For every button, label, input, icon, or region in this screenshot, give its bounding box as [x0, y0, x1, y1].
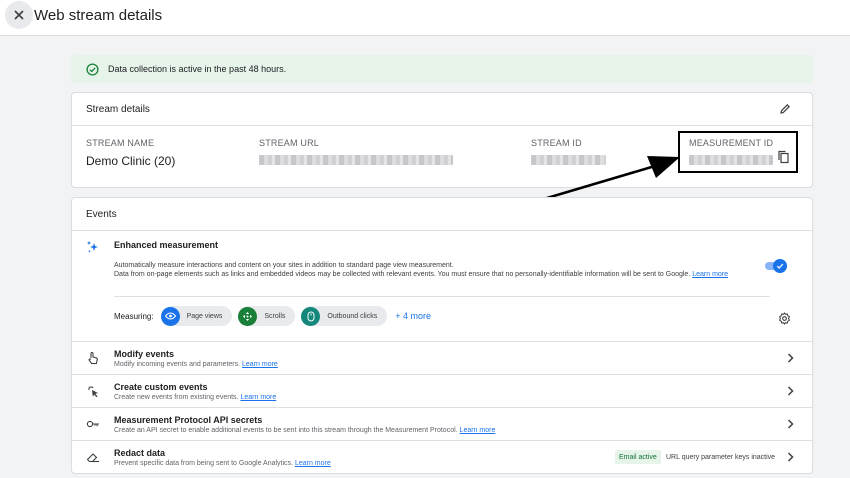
check-icon — [776, 263, 784, 269]
row-modify-events-title: Modify events — [114, 349, 175, 359]
row-measurement-protocol-title: Measurement Protocol API secrets — [114, 415, 263, 425]
url-query-inactive-badge: URL query parameter keys inactive — [666, 453, 776, 461]
eraser-icon — [86, 450, 100, 464]
chip-scrolls-label: Scrolls — [264, 312, 286, 320]
enhanced-measurement-section: Enhanced measurement Automatically measu… — [72, 231, 812, 341]
eye-icon — [160, 306, 180, 326]
row-measurement-protocol-subtitle: Create an API secret to enable additiona… — [114, 427, 495, 434]
row-create-custom-events-subtitle: Create new events from existing events. … — [114, 394, 276, 401]
row-modify-events-subtitle: Modify incoming events and parameters. L… — [114, 361, 278, 368]
chip-page-views: Page views — [160, 306, 233, 326]
enhanced-measurement-title: Enhanced measurement — [114, 240, 219, 250]
modify-events-learn-more[interactable]: Learn more — [242, 361, 278, 368]
redact-data-learn-more[interactable]: Learn more — [295, 460, 331, 467]
row-create-custom-events-desc: Create new events from existing events. — [114, 394, 239, 401]
measuring-row: Measuring: Page views Scrolls Outbound c… — [114, 306, 431, 326]
enhanced-measurement-toggle[interactable] — [765, 259, 787, 273]
chip-scrolls: Scrolls — [238, 306, 296, 326]
row-create-custom-events[interactable]: Create custom events Create new events f… — [72, 374, 812, 407]
chip-outbound-clicks-label: Outbound clicks — [327, 312, 378, 320]
chip-outbound-clicks: Outbound clicks — [301, 306, 388, 326]
row-redact-data-title: Redact data — [114, 448, 166, 458]
enhanced-desc-line1: Automatically measure interactions and c… — [114, 262, 454, 269]
more-measurements-link[interactable]: + 4 more — [395, 311, 431, 321]
row-modify-events[interactable]: Modify events Modify incoming events and… — [72, 341, 812, 374]
email-active-badge: Email active — [615, 450, 661, 464]
events-header: Events — [72, 198, 812, 231]
row-measurement-protocol[interactable]: Measurement Protocol API secrets Create … — [72, 407, 812, 440]
sparkle-icon — [87, 241, 98, 253]
gear-icon[interactable] — [778, 312, 791, 325]
chevron-right-icon — [787, 353, 794, 363]
events-title: Events — [86, 208, 117, 220]
scroll-arrows-icon — [238, 306, 258, 326]
events-card: Events Enhanced measurement Automaticall… — [71, 197, 813, 474]
row-redact-data[interactable]: Redact data Prevent specific data from b… — [72, 440, 812, 473]
measuring-label: Measuring: — [114, 311, 154, 321]
create-custom-events-learn-more[interactable]: Learn more — [240, 394, 276, 401]
enhanced-divider — [114, 296, 770, 297]
row-redact-data-desc: Prevent specific data from being sent to… — [114, 460, 293, 467]
toggle-knob — [773, 259, 787, 273]
enhanced-learn-more-link[interactable]: Learn more — [692, 271, 728, 278]
row-create-custom-events-title: Create custom events — [114, 382, 208, 392]
row-redact-data-subtitle: Prevent specific data from being sent to… — [114, 460, 331, 467]
row-measurement-protocol-desc: Create an API secret to enable additiona… — [114, 427, 458, 434]
touch-hand-icon — [86, 351, 100, 365]
chip-page-views-label: Page views — [186, 312, 223, 320]
enhanced-desc-line2: Data from on-page elements such as links… — [114, 271, 691, 278]
row-modify-events-desc: Modify incoming events and parameters. — [114, 361, 241, 368]
enhanced-measurement-description: Automatically measure interactions and c… — [114, 261, 754, 279]
measurement-protocol-learn-more[interactable]: Learn more — [460, 427, 496, 434]
chevron-right-icon — [787, 452, 794, 462]
chevron-right-icon — [787, 419, 794, 429]
chevron-right-icon — [787, 386, 794, 396]
magic-click-icon — [86, 384, 100, 398]
mouse-icon — [301, 306, 321, 326]
key-icon — [86, 417, 100, 431]
